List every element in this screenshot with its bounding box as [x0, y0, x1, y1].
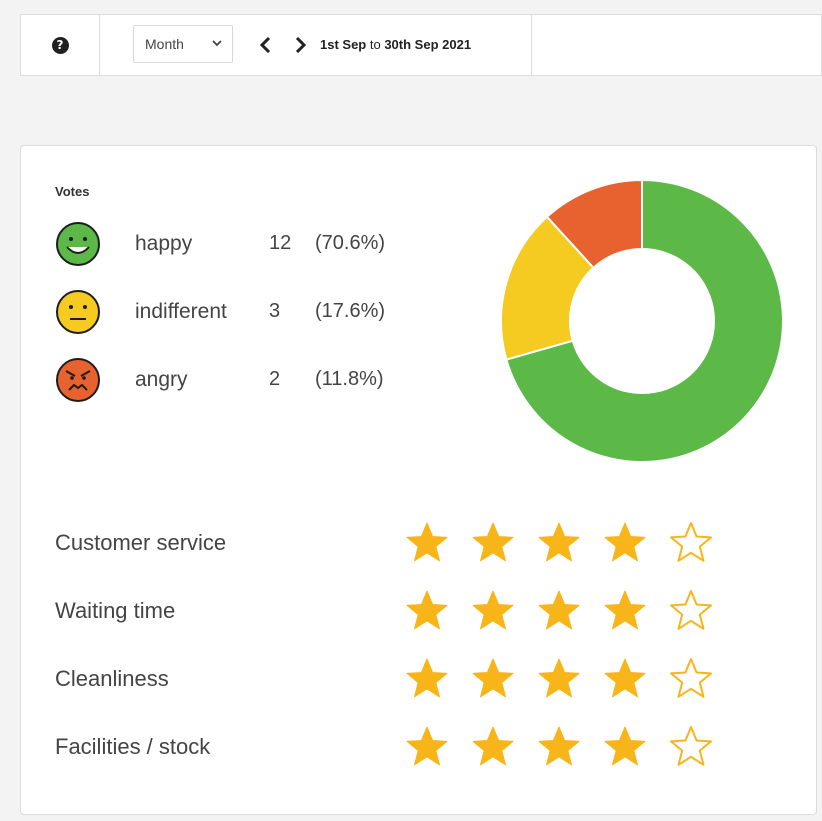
- chevron-right-icon[interactable]: [293, 37, 307, 53]
- vote-count: 3: [269, 300, 281, 322]
- star-filled-icon: [537, 724, 581, 773]
- star-filled-icon: [537, 656, 581, 705]
- star-filled-icon: [603, 520, 647, 569]
- chevron-down-icon: [212, 40, 222, 47]
- rating-row: Cleanliness: [55, 656, 795, 706]
- star-filled-icon: [405, 588, 449, 637]
- vote-count: 2: [269, 368, 281, 390]
- star-filled-icon: [405, 520, 449, 569]
- chevron-left-icon[interactable]: [259, 37, 273, 53]
- rating-row: Customer service: [55, 520, 795, 570]
- star-filled-icon: [405, 656, 449, 705]
- star-rating: [405, 656, 713, 705]
- vote-percent: (11.8%): [315, 368, 384, 390]
- rating-label: Customer service: [55, 530, 227, 555]
- date-separator: to: [366, 37, 385, 52]
- indifferent-face-icon: [56, 290, 100, 334]
- star-empty-icon: [669, 520, 713, 569]
- vote-label: indifferent: [135, 300, 227, 323]
- star-empty-icon: [669, 656, 713, 705]
- star-filled-icon: [471, 588, 515, 637]
- toolbar: ? Month 1st Sep to 30th Sep 2021: [20, 14, 822, 76]
- rating-label: Facilities / stock: [55, 734, 211, 759]
- votes-title: Votes: [55, 184, 90, 199]
- vote-row-happy: happy 12 (70.6%): [55, 221, 435, 271]
- vote-label: angry: [135, 368, 188, 391]
- vote-label: happy: [135, 232, 193, 255]
- date-end: 30th Sep 2021: [384, 37, 472, 52]
- question-circle-icon: ?: [51, 36, 69, 54]
- star-filled-icon: [471, 520, 515, 569]
- vote-percent: (70.6%): [315, 232, 386, 254]
- star-filled-icon: [537, 588, 581, 637]
- date-range: 1st Sep to 30th Sep 2021: [320, 37, 471, 52]
- vote-row-indifferent: indifferent 3 (17.6%): [55, 289, 435, 339]
- rating-label: Waiting time: [55, 598, 176, 623]
- feedback-card: Votes happy 12 (70.6%) indifferent 3 (17…: [20, 145, 817, 815]
- star-empty-icon: [669, 588, 713, 637]
- votes-donut-chart: [500, 178, 784, 463]
- toolbar-divider: [531, 15, 532, 75]
- star-filled-icon: [603, 724, 647, 773]
- angry-face-icon: [56, 358, 100, 402]
- rating-row: Waiting time: [55, 588, 795, 638]
- star-rating: [405, 520, 713, 569]
- star-empty-icon: [669, 724, 713, 773]
- date-start: 1st Sep: [320, 37, 367, 52]
- rating-row: Facilities / stock: [55, 724, 795, 774]
- star-filled-icon: [603, 588, 647, 637]
- star-filled-icon: [603, 656, 647, 705]
- period-select[interactable]: Month: [133, 25, 233, 63]
- rating-label: Cleanliness: [55, 666, 169, 691]
- star-filled-icon: [471, 656, 515, 705]
- happy-face-icon: [56, 222, 100, 266]
- star-filled-icon: [405, 724, 449, 773]
- star-rating: [405, 724, 713, 773]
- vote-count: 12: [269, 232, 292, 254]
- star-filled-icon: [537, 520, 581, 569]
- help-button[interactable]: ?: [21, 15, 100, 75]
- vote-row-angry: angry 2 (11.8%): [55, 357, 435, 407]
- star-filled-icon: [471, 724, 515, 773]
- period-select-value: Month: [145, 36, 184, 52]
- vote-percent: (17.6%): [315, 300, 386, 322]
- star-rating: [405, 588, 713, 637]
